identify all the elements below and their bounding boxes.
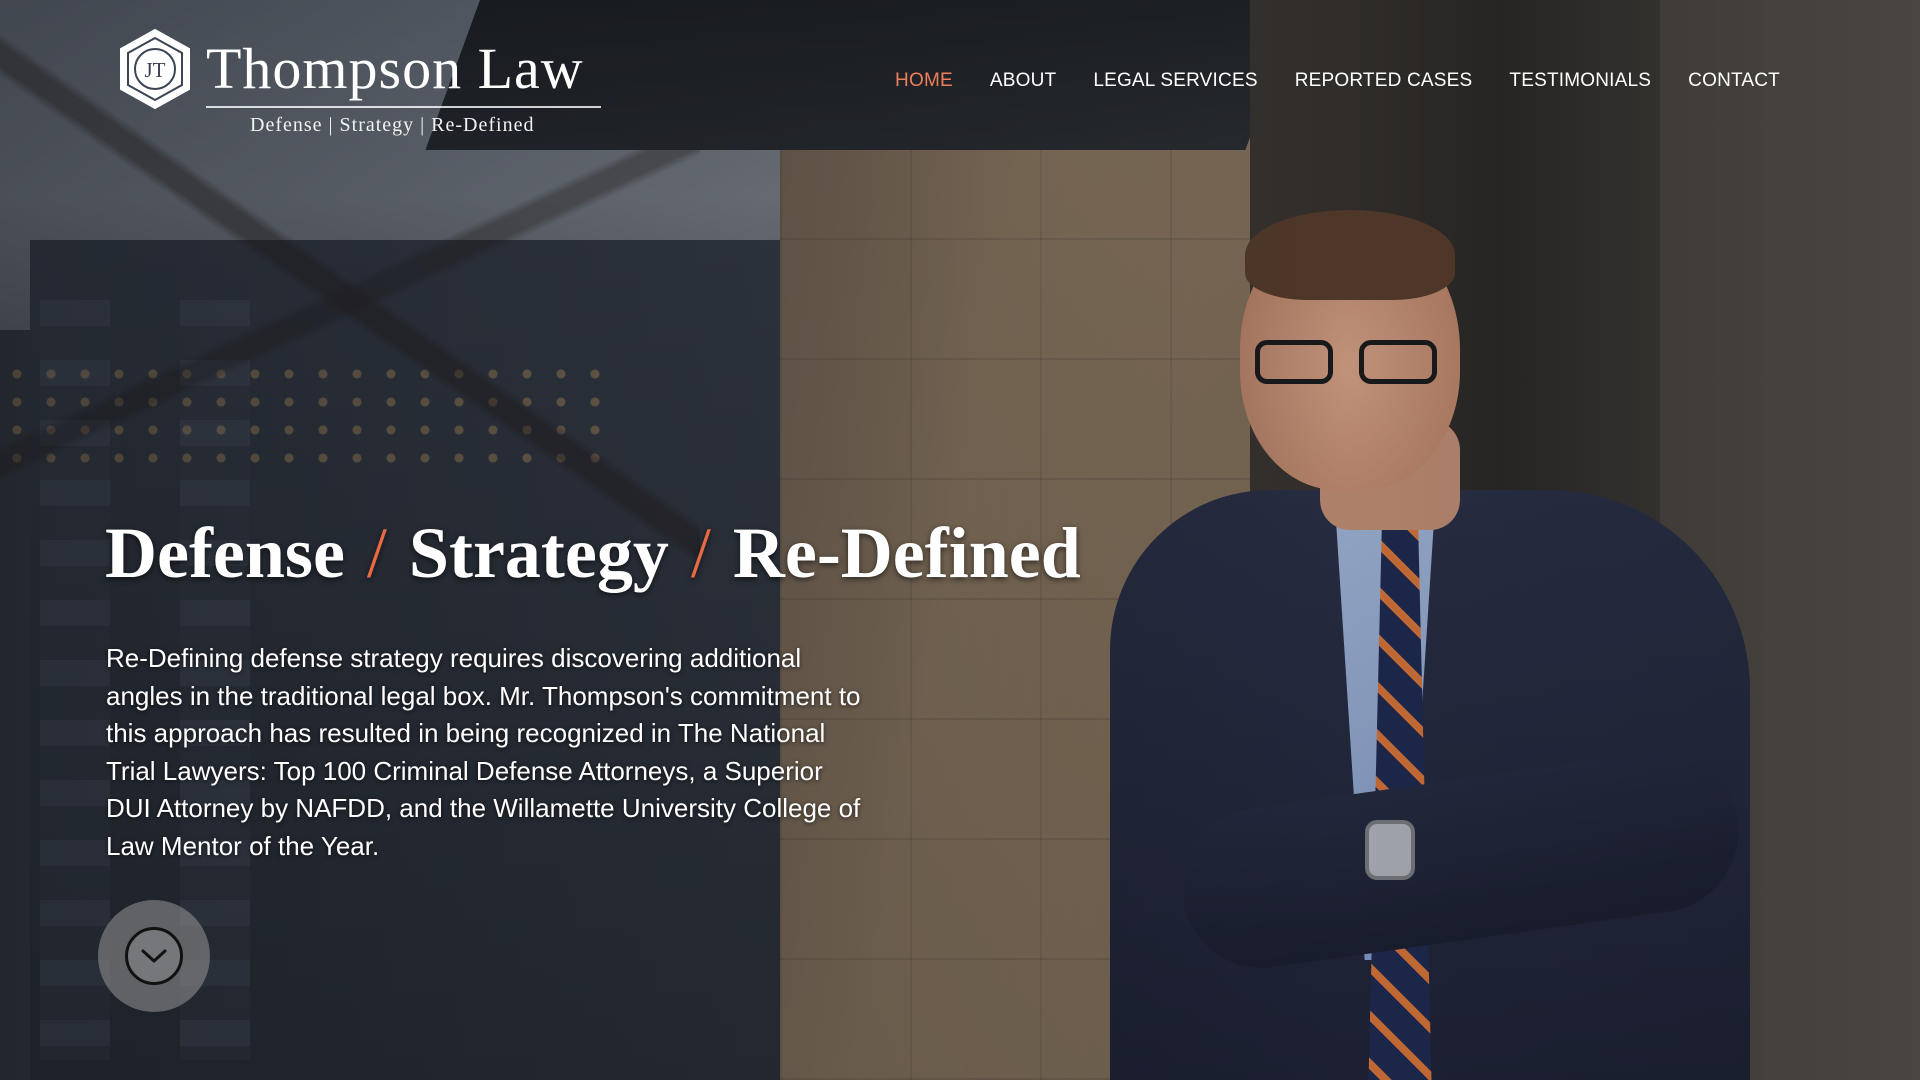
headline-separator: / [690, 513, 711, 593]
scroll-down-button[interactable] [98, 900, 210, 1012]
logo-badge-initials: JT [145, 58, 166, 82]
logo-text: Thompson Law Defense | Strategy | Re-Def… [206, 28, 601, 137]
site-logo[interactable]: JT Thompson Law Defense | Strategy | Re-… [118, 28, 601, 137]
nav-item-testimonials[interactable]: TESTIMONIALS [1509, 70, 1651, 92]
logo-tagline: Defense | Strategy | Re-Defined [250, 114, 535, 136]
chevron-down-icon [125, 927, 183, 985]
main-nav: HOME ABOUT LEGAL SERVICES REPORTED CASES… [895, 70, 1780, 92]
headline-word-redefined: Re-Defined [732, 513, 1081, 593]
nav-item-about[interactable]: ABOUT [990, 70, 1056, 92]
nav-item-home[interactable]: HOME [895, 70, 953, 92]
headline-word-defense: Defense [105, 513, 345, 593]
hero-headline: Defense / Strategy / Re-Defined [105, 512, 1081, 595]
headline-word-strategy: Strategy [408, 513, 669, 593]
headline-separator: / [366, 513, 387, 593]
logo-name: Thompson Law [206, 36, 584, 101]
logo-badge-icon: JT [118, 28, 192, 110]
hero-description: Re-Defining defense strategy requires di… [106, 643, 861, 861]
nav-item-legal-services[interactable]: LEGAL SERVICES [1093, 70, 1257, 92]
hero-section: JT Thompson Law Defense | Strategy | Re-… [0, 0, 1920, 1080]
nav-item-contact[interactable]: CONTACT [1688, 70, 1780, 92]
nav-item-reported-cases[interactable]: REPORTED CASES [1295, 70, 1473, 92]
logo-divider [206, 106, 601, 108]
